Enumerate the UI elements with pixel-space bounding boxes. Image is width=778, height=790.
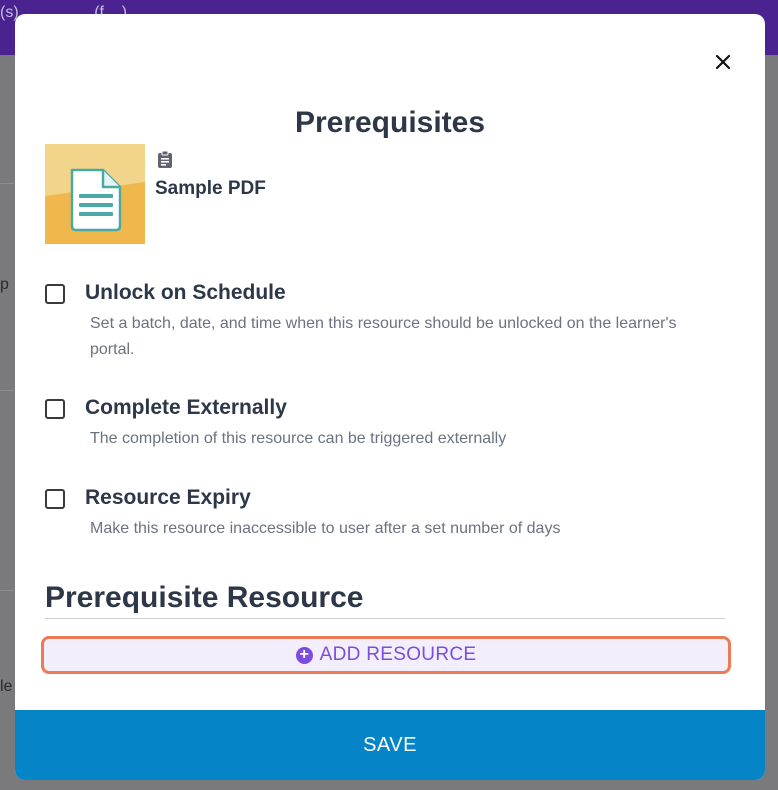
clipboard-icon (158, 150, 172, 168)
modal-title: Prerequisites (294, 106, 486, 139)
section-title: Prerequisite Resource (45, 581, 364, 614)
save-label: SAVE (363, 733, 417, 756)
resource-name: Sample PDF (155, 178, 266, 199)
pdf-document-icon (45, 144, 145, 244)
option-description: Make this resource inaccessible to user … (90, 520, 561, 537)
prerequisites-modal: Prerequisites Sample PDF Unlock on Sched… (15, 14, 765, 780)
section-divider (45, 618, 725, 619)
unlock-on-schedule-checkbox[interactable] (45, 284, 65, 304)
add-resource-button[interactable]: + ADD RESOURCE (41, 636, 731, 674)
option-title: Resource Expiry (85, 486, 251, 509)
background-divider (0, 590, 14, 591)
option-title: Complete Externally (85, 396, 287, 419)
save-button[interactable]: SAVE (15, 710, 765, 780)
option-title: Unlock on Schedule (85, 281, 286, 304)
background-divider (0, 390, 14, 391)
add-resource-label: ADD RESOURCE (319, 644, 477, 665)
complete-externally-checkbox[interactable] (45, 399, 65, 419)
option-description: The completion of this resource can be t… (90, 430, 507, 447)
resource-thumbnail (45, 144, 145, 244)
background-divider (0, 183, 14, 184)
close-button[interactable] (711, 50, 735, 74)
close-icon (716, 55, 730, 69)
background-text-fragment: p (0, 276, 9, 293)
option-description: Set a batch, date, and time when this re… (90, 315, 677, 358)
resource-expiry-checkbox[interactable] (45, 489, 65, 509)
background-text-fragment: le (0, 678, 13, 695)
plus-circle-icon: + (295, 646, 313, 664)
